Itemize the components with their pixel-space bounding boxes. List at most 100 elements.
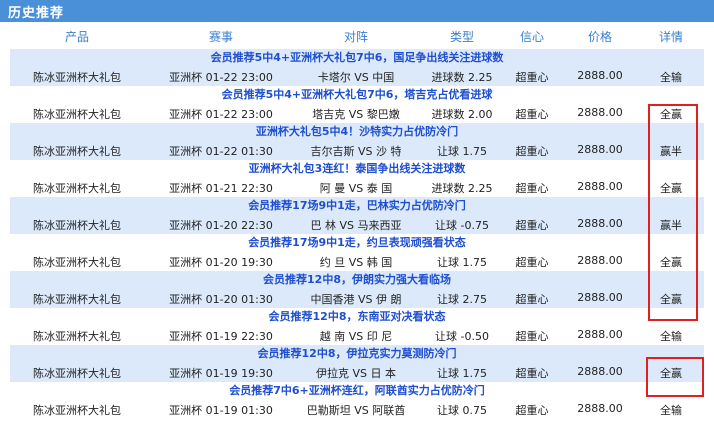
event-cell: 亚洲杯 01-19 01:30 bbox=[169, 404, 273, 417]
list-item: 会员推荐17场9中1走，巴林实力占优防冷门陈冰亚洲杯大礼包 亚洲杯 01-20 2… bbox=[10, 197, 704, 234]
confidence-cell: 超重心 bbox=[515, 404, 549, 417]
list-item: 会员推荐12中8，伊朗实力强大看临场 陈冰亚洲杯大礼包 亚洲杯 01-20 01:3… bbox=[10, 271, 704, 308]
recommendation-title-link[interactable]: 会员推荐5中4+亚洲杯大礼包7中6，国足争出线关注进球数 bbox=[10, 49, 704, 66]
table-row: 陈冰亚洲杯大礼包 亚洲杯 01-19 19:30 伊拉克 VS 日 本 让球 1.75… bbox=[10, 362, 704, 382]
table-row: 陈冰亚洲杯大礼包 亚洲杯 01-19 01:30 巴勒斯坦 VS 阿联酋 让球 0.7… bbox=[10, 399, 704, 419]
type-cell: 进球数 2.25 bbox=[431, 182, 493, 195]
table-row: 陈冰亚洲杯大礼包 亚洲杯 01-20 01:30 中国香港 VS 伊 朗 让球 2.7… bbox=[10, 288, 704, 308]
table-row: 陈冰亚洲杯大礼包 亚洲杯 01-22 23:00 塔吉克 VS 黎巴嫩 进球数 2.0… bbox=[10, 103, 704, 123]
price-cell: 2888.00 bbox=[577, 254, 623, 267]
recommendation-title-link[interactable]: 会员推荐17场9中1走，约旦表现顽强看状态 bbox=[10, 234, 704, 251]
price-cell: 2888.00 bbox=[577, 402, 623, 415]
list-item: 亚洲杯大礼包3连红！泰国争出线关注进球数陈冰亚洲杯大礼包 亚洲杯 01-21 22… bbox=[10, 160, 704, 197]
type-cell: 让球 -0.50 bbox=[435, 330, 489, 343]
confidence-cell: 超重心 bbox=[515, 108, 549, 121]
recommendation-title-link[interactable]: 亚洲杯大礼包3连红！泰国争出线关注进球数 bbox=[10, 160, 704, 177]
product-cell: 陈冰亚洲杯大礼包 bbox=[33, 182, 121, 195]
match-cell: 伊拉克 VS 日 本 bbox=[316, 367, 396, 380]
list-item: 会员推荐17场9中1走，约旦表现顽强看状态陈冰亚洲杯大礼包 亚洲杯 01-20 1… bbox=[10, 234, 704, 271]
price-cell: 2888.00 bbox=[577, 180, 623, 193]
list-item: 会员推荐7中6+亚洲杯连红，阿联酋实力占优防冷门陈冰亚洲杯大礼包 亚洲杯 01-1… bbox=[10, 382, 704, 419]
event-cell: 亚洲杯 01-20 22:30 bbox=[169, 219, 273, 232]
list-item: 会员推荐5中4+亚洲杯大礼包7中6，国足争出线关注进球数陈冰亚洲杯大礼包 亚洲杯 … bbox=[10, 49, 704, 86]
event-cell: 亚洲杯 01-20 19:30 bbox=[169, 256, 273, 269]
price-cell: 2888.00 bbox=[577, 217, 623, 230]
event-cell: 亚洲杯 01-22 23:00 bbox=[169, 71, 273, 84]
highlight-box-win-group bbox=[648, 104, 698, 321]
type-cell: 进球数 2.25 bbox=[431, 71, 493, 84]
list-item: 会员推荐12中8，东南亚对决看状态陈冰亚洲杯大礼包 亚洲杯 01-19 22:30… bbox=[10, 308, 704, 345]
match-cell: 阿 曼 VS 泰 国 bbox=[319, 182, 393, 195]
match-cell: 巴 林 VS 马来西亚 bbox=[310, 219, 402, 232]
confidence-cell: 超重心 bbox=[515, 145, 549, 158]
list-item: 会员推荐12中8，伊拉克实力莫测防冷门陈冰亚洲杯大礼包 亚洲杯 01-19 19:… bbox=[10, 345, 704, 382]
confidence-cell: 超重心 bbox=[515, 256, 549, 269]
recommendation-title-link[interactable]: 会员推荐5中4+亚洲杯大礼包7中6，塔吉克占优看进球 bbox=[10, 86, 704, 103]
type-cell: 让球 0.75 bbox=[437, 404, 487, 417]
product-cell: 陈冰亚洲杯大礼包 bbox=[33, 293, 121, 306]
product-cell: 陈冰亚洲杯大礼包 bbox=[33, 219, 121, 232]
price-cell: 2888.00 bbox=[577, 291, 623, 304]
recommendation-title-link[interactable]: 亚洲杯大礼包5中4！沙特实力占优防冷门 bbox=[10, 123, 704, 140]
price-cell: 2888.00 bbox=[577, 328, 623, 341]
column-header-detail: 详情 bbox=[658, 30, 684, 44]
product-cell: 陈冰亚洲杯大礼包 bbox=[33, 256, 121, 269]
price-cell: 2888.00 bbox=[577, 106, 623, 119]
price-cell: 2888.00 bbox=[577, 143, 623, 156]
column-header-confidence: 信心 bbox=[519, 30, 545, 44]
match-cell: 吉尔吉斯 VS 沙 特 bbox=[310, 145, 402, 158]
section-title: 历史推荐 bbox=[8, 6, 65, 21]
table-row: 陈冰亚洲杯大礼包 亚洲杯 01-19 22:30 越 南 VS 印 尼 让球 -0.5… bbox=[10, 325, 704, 345]
event-cell: 亚洲杯 01-22 23:00 bbox=[169, 108, 273, 121]
product-cell: 陈冰亚洲杯大礼包 bbox=[33, 330, 121, 343]
match-cell: 越 南 VS 印 尼 bbox=[319, 330, 393, 343]
confidence-cell: 超重心 bbox=[515, 330, 549, 343]
match-cell: 塔吉克 VS 黎巴嫩 bbox=[312, 108, 400, 121]
recommendation-title-link[interactable]: 会员推荐12中8，伊拉克实力莫测防冷门 bbox=[10, 345, 704, 362]
recommendation-title-link[interactable]: 会员推荐17场9中1走，巴林实力占优防冷门 bbox=[10, 197, 704, 214]
confidence-cell: 超重心 bbox=[515, 293, 549, 306]
list-item: 会员推荐5中4+亚洲杯大礼包7中6，塔吉克占优看进球 陈冰亚洲杯大礼包 亚洲杯 01… bbox=[10, 86, 704, 123]
column-headers: 产品 赛事 对阵 类型 信心 价格 详情 bbox=[0, 26, 714, 46]
type-cell: 让球 2.75 bbox=[437, 293, 487, 306]
recommendation-list: 会员推荐5中4+亚洲杯大礼包7中6，国足争出线关注进球数 陈冰亚洲杯大礼包 亚洲杯 … bbox=[10, 49, 704, 419]
match-cell: 约 旦 VS 韩 国 bbox=[319, 256, 393, 269]
event-cell: 亚洲杯 01-19 22:30 bbox=[169, 330, 273, 343]
table-row: 陈冰亚洲杯大礼包 亚洲杯 01-21 22:30 阿 曼 VS 泰 国 进球数 2.2… bbox=[10, 177, 704, 197]
type-cell: 让球 1.75 bbox=[437, 256, 487, 269]
detail-cell: 全输 bbox=[660, 404, 682, 417]
match-cell: 中国香港 VS 伊 朗 bbox=[310, 293, 402, 306]
product-cell: 陈冰亚洲杯大礼包 bbox=[33, 367, 121, 380]
table-row: 陈冰亚洲杯大礼包 亚洲杯 01-20 19:30 约 旦 VS 韩 国 让球 1.75… bbox=[10, 251, 704, 271]
type-cell: 让球 -0.75 bbox=[435, 219, 489, 232]
type-cell: 进球数 2.00 bbox=[431, 108, 493, 121]
event-cell: 亚洲杯 01-22 01:30 bbox=[169, 145, 273, 158]
price-cell: 2888.00 bbox=[577, 365, 623, 378]
product-cell: 陈冰亚洲杯大礼包 bbox=[33, 71, 121, 84]
event-cell: 亚洲杯 01-21 22:30 bbox=[169, 182, 273, 195]
confidence-cell: 超重心 bbox=[515, 219, 549, 232]
table-row: 陈冰亚洲杯大礼包 亚洲杯 01-20 22:30 巴 林 VS 马来西亚 让球 -0.… bbox=[10, 214, 704, 234]
type-cell: 让球 1.75 bbox=[437, 145, 487, 158]
list-item: 亚洲杯大礼包5中4！沙特实力占优防冷门陈冰亚洲杯大礼包 亚洲杯 01-22 01:… bbox=[10, 123, 704, 160]
table-row: 陈冰亚洲杯大礼包 亚洲杯 01-22 01:30 吉尔吉斯 VS 沙 特 让球 1.7… bbox=[10, 140, 704, 160]
table-row: 陈冰亚洲杯大礼包 亚洲杯 01-22 23:00 卡塔尔 VS 中国 进球数 2.25… bbox=[10, 66, 704, 86]
highlight-box-win-single bbox=[646, 357, 704, 397]
column-header-type: 类型 bbox=[449, 30, 475, 44]
detail-cell: 全输 bbox=[660, 330, 682, 343]
match-cell: 卡塔尔 VS 中国 bbox=[317, 71, 395, 84]
product-cell: 陈冰亚洲杯大礼包 bbox=[33, 145, 121, 158]
confidence-cell: 超重心 bbox=[515, 367, 549, 380]
recommendation-title-link[interactable]: 会员推荐7中6+亚洲杯连红，阿联酋实力占优防冷门 bbox=[10, 382, 704, 399]
price-cell: 2888.00 bbox=[577, 69, 623, 82]
event-cell: 亚洲杯 01-19 19:30 bbox=[169, 367, 273, 380]
recommendation-title-link[interactable]: 会员推荐12中8，伊朗实力强大看临场 bbox=[10, 271, 704, 288]
type-cell: 让球 1.75 bbox=[437, 367, 487, 380]
column-header-price: 价格 bbox=[587, 30, 613, 44]
match-cell: 巴勒斯坦 VS 阿联酋 bbox=[306, 404, 406, 417]
column-header-event: 赛事 bbox=[208, 30, 234, 44]
column-header-match: 对阵 bbox=[343, 30, 369, 44]
product-cell: 陈冰亚洲杯大礼包 bbox=[33, 404, 121, 417]
column-header-product: 产品 bbox=[64, 30, 90, 44]
recommendation-title-link[interactable]: 会员推荐12中8，东南亚对决看状态 bbox=[10, 308, 704, 325]
